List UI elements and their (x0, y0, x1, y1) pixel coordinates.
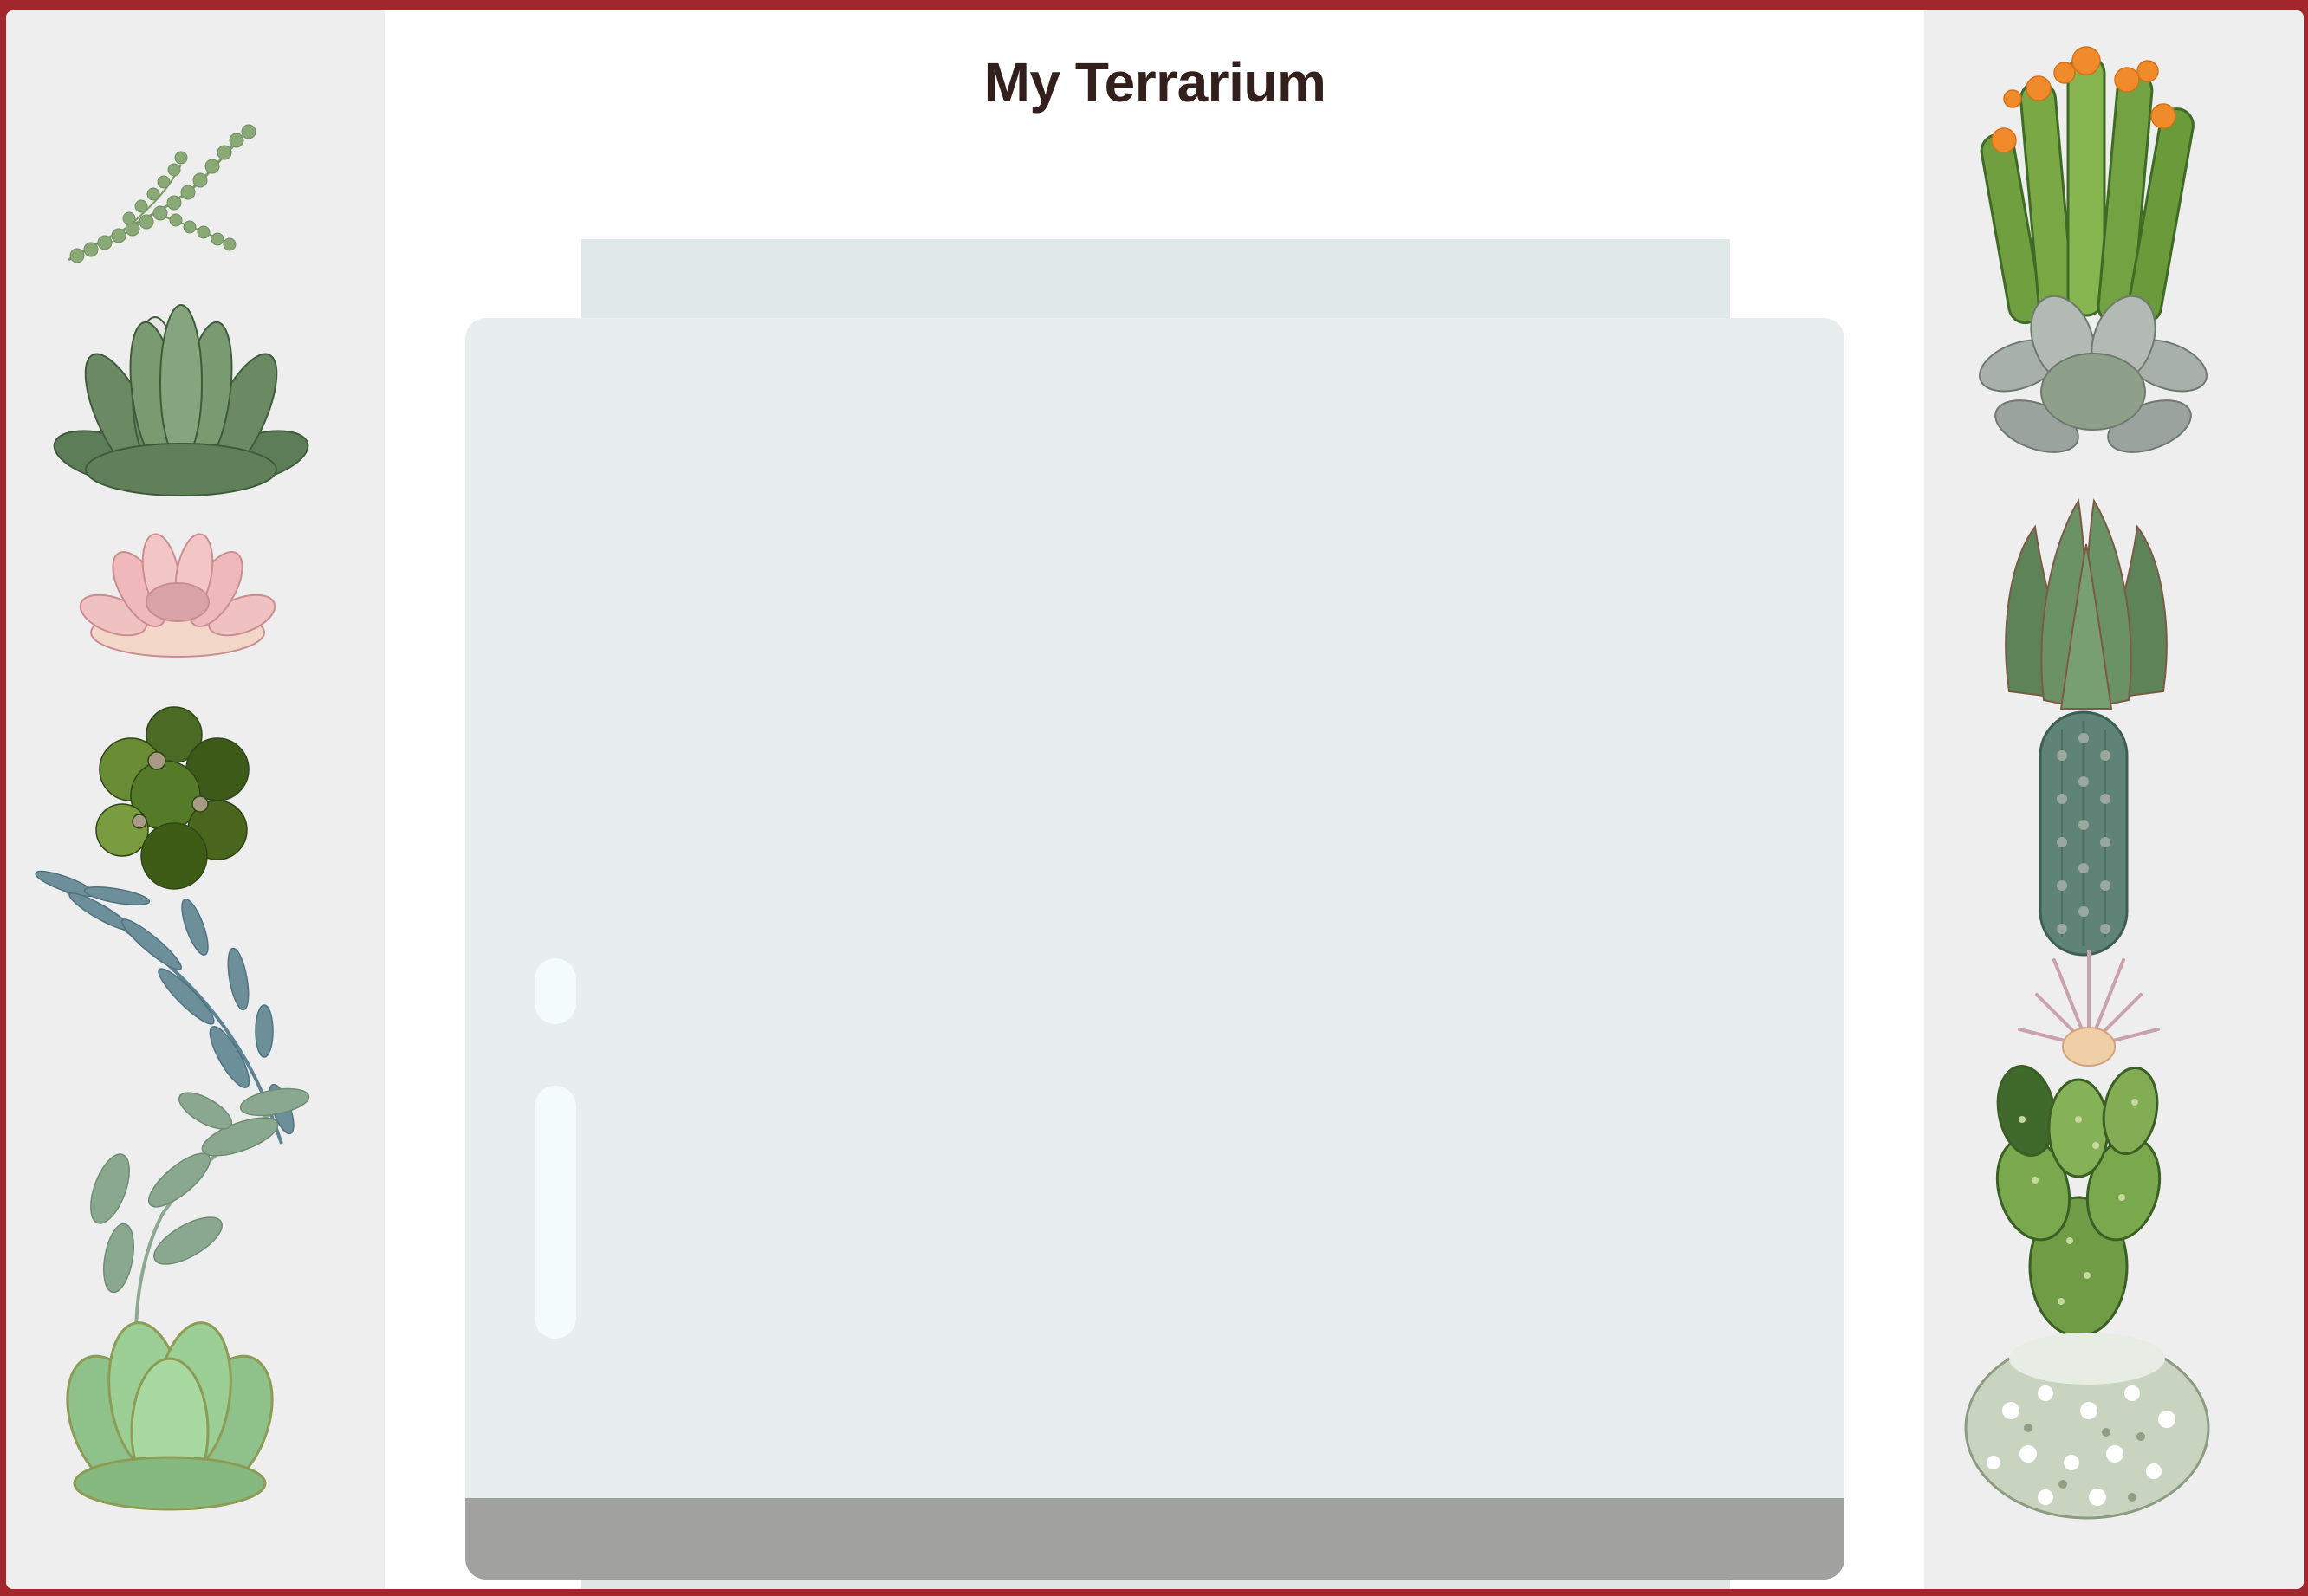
jar-top (581, 239, 1730, 321)
jar-walls (465, 318, 1844, 1580)
page-container: My Terrarium (6, 10, 2304, 1589)
snowball-cactus[interactable] (1959, 1324, 2215, 1523)
green-rosette-succulent[interactable] (53, 296, 309, 506)
left-plant-column (6, 10, 385, 1589)
string-of-pearls-plant[interactable] (60, 113, 268, 274)
aloe-succulent[interactable] (1992, 492, 2181, 714)
right-plant-column (1924, 10, 2303, 1589)
silver-succulent[interactable] (1976, 288, 2210, 470)
spiny-column-cactus[interactable] (2006, 704, 2162, 963)
air-plant-flower[interactable] (2011, 943, 2167, 1071)
jar-glare-long (535, 1086, 576, 1339)
jar-dirt (465, 1498, 1844, 1580)
jade-succulent[interactable] (60, 1301, 280, 1518)
jar-bottom (581, 1580, 1730, 1589)
sage-leaf-branch[interactable] (75, 1076, 318, 1336)
pink-echeveria-succulent[interactable] (79, 520, 276, 665)
paddle-cactus[interactable] (1992, 1059, 2165, 1336)
jar-glare-short (535, 958, 576, 1024)
